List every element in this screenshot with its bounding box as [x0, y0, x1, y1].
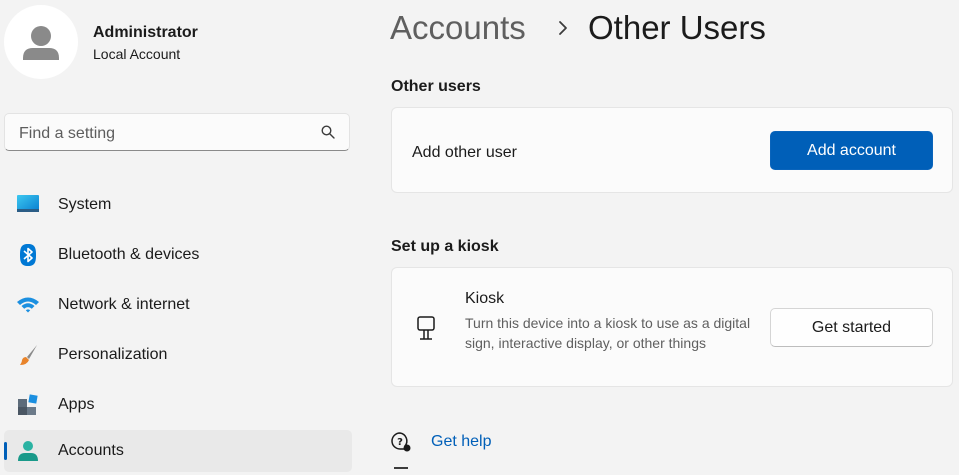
sidebar-item-system[interactable]: System — [4, 184, 352, 226]
svg-text:?: ? — [397, 437, 403, 448]
sidebar-item-personalization[interactable]: Personalization — [4, 334, 352, 376]
search-input[interactable] — [17, 122, 311, 146]
bluetooth-icon — [20, 244, 36, 266]
add-other-user-label: Add other user — [412, 144, 517, 161]
accounts-icon — [18, 441, 38, 461]
section-title-other-users: Other users — [391, 78, 481, 95]
account-type: Local Account — [93, 46, 181, 62]
sidebar-item-network[interactable]: Network & internet — [4, 284, 352, 326]
sidebar-item-label: Bluetooth & devices — [58, 246, 200, 263]
section-title-kiosk: Set up a kiosk — [391, 238, 499, 255]
person-avatar-icon — [23, 26, 59, 60]
search-icon[interactable] — [321, 125, 335, 139]
user-name: Administrator — [93, 24, 198, 41]
wifi-icon — [17, 297, 39, 313]
avatar[interactable] — [4, 5, 78, 79]
breadcrumb-parent[interactable]: Accounts — [390, 9, 526, 47]
kiosk-card: Kiosk Turn this device into a kiosk to u… — [391, 267, 953, 387]
get-started-button[interactable]: Get started — [770, 308, 933, 347]
sidebar-item-apps[interactable]: Apps — [4, 384, 352, 426]
get-help-label[interactable]: Get help — [431, 433, 491, 451]
feedback-icon[interactable] — [394, 467, 408, 475]
sidebar-item-label: Accounts — [58, 442, 124, 459]
paintbrush-icon — [20, 345, 37, 365]
sidebar-item-accounts[interactable]: Accounts — [4, 430, 352, 472]
system-display-icon — [17, 195, 39, 212]
apps-icon — [18, 394, 38, 415]
sidebar-item-label: Apps — [58, 396, 95, 413]
kiosk-sign-icon — [417, 316, 435, 340]
add-other-user-card: Add other user Add account — [391, 107, 953, 193]
sidebar-item-label: System — [58, 196, 112, 213]
add-account-button[interactable]: Add account — [770, 131, 933, 170]
chevron-right-icon — [559, 21, 567, 35]
page-title: Other Users — [588, 9, 766, 46]
active-indicator — [4, 442, 7, 460]
kiosk-description: Turn this device into a kiosk to use as … — [465, 315, 751, 351]
help-chat-icon: ? — [391, 432, 411, 452]
sidebar-item-bluetooth[interactable]: Bluetooth & devices — [4, 234, 352, 276]
sidebar-item-label: Network & internet — [58, 296, 190, 313]
search-box[interactable] — [4, 113, 350, 151]
sidebar-item-label: Personalization — [58, 346, 168, 363]
kiosk-title: Kiosk — [465, 290, 505, 307]
